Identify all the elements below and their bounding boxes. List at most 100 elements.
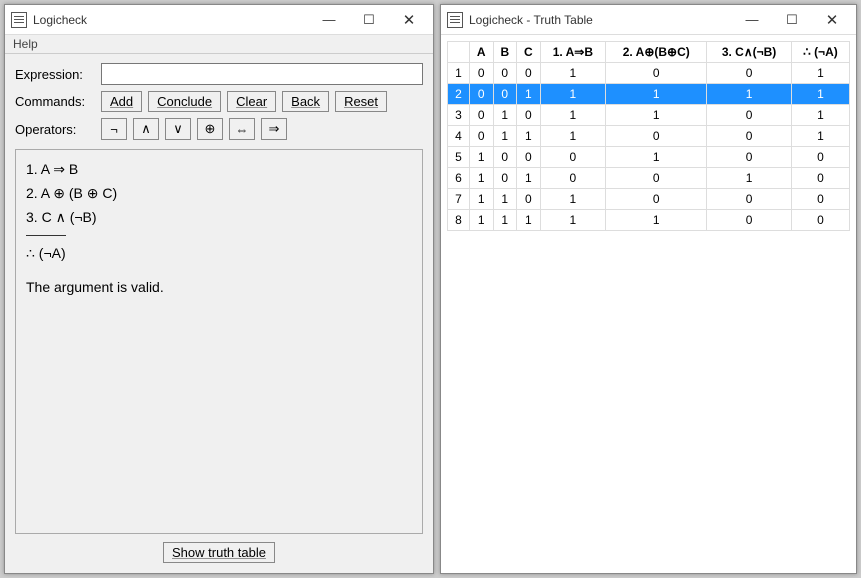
- table-row[interactable]: 40111001: [448, 126, 850, 147]
- op-or-button[interactable]: ∨: [165, 118, 191, 140]
- maximize-button[interactable]: ☐: [349, 6, 389, 34]
- op-implies-button[interactable]: ⇒: [261, 118, 287, 140]
- header-row: A B C 1. A⇒B 2. A⊕(B⊕C) 3. C∧(¬B) ∴ (¬A): [448, 42, 850, 63]
- row-number: 5: [448, 147, 470, 168]
- table-row[interactable]: 81111100: [448, 210, 850, 231]
- main-window: Logicheck — ☐ ✕ Help Expression: Command…: [4, 4, 434, 574]
- cell-col2: 1: [606, 84, 707, 105]
- app-icon: [11, 12, 27, 28]
- close-button[interactable]: ✕: [389, 6, 429, 34]
- truth-window-title: Logicheck - Truth Table: [469, 13, 732, 27]
- cell-B: 0: [493, 147, 517, 168]
- row-number: 1: [448, 63, 470, 84]
- truth-table-wrap: A B C 1. A⇒B 2. A⊕(B⊕C) 3. C∧(¬B) ∴ (¬A)…: [441, 35, 856, 573]
- close-button[interactable]: ✕: [812, 6, 852, 34]
- op-iff-button[interactable]: ⇔: [229, 118, 255, 140]
- cell-conclusion: 0: [791, 189, 849, 210]
- cell-B: 1: [493, 189, 517, 210]
- minimize-button[interactable]: —: [309, 6, 349, 34]
- cell-conclusion: 1: [791, 105, 849, 126]
- titlebar-truth: Logicheck - Truth Table — ☐ ✕: [441, 5, 856, 35]
- cell-conclusion: 0: [791, 147, 849, 168]
- op-xor-button[interactable]: ⊕: [197, 118, 223, 140]
- cell-C: 1: [517, 168, 541, 189]
- table-row[interactable]: 10001001: [448, 63, 850, 84]
- cell-B: 1: [493, 105, 517, 126]
- conclude-button[interactable]: Conclude: [148, 91, 221, 112]
- maximize-button[interactable]: ☐: [772, 6, 812, 34]
- cell-conclusion: 0: [791, 168, 849, 189]
- table-row[interactable]: 20011111: [448, 84, 850, 105]
- cell-A: 0: [470, 126, 494, 147]
- cell-A: 1: [470, 210, 494, 231]
- premise-2: 2. A ⊕ (B ⊕ C): [26, 182, 412, 206]
- cell-col1: 1: [540, 84, 606, 105]
- header-C: C: [517, 42, 541, 63]
- op-not-button[interactable]: ¬: [101, 118, 127, 140]
- premise-1: 1. A ⇒ B: [26, 158, 412, 182]
- row-number: 3: [448, 105, 470, 126]
- app-icon: [447, 12, 463, 28]
- cell-col2: 1: [606, 105, 707, 126]
- cell-C: 0: [517, 63, 541, 84]
- row-number: 6: [448, 168, 470, 189]
- main-content: Expression: Commands: Add Conclude Clear…: [5, 54, 433, 573]
- cell-col1: 0: [540, 147, 606, 168]
- cell-col3: 0: [707, 105, 791, 126]
- titlebar-main: Logicheck — ☐ ✕: [5, 5, 433, 35]
- menu-help[interactable]: Help: [13, 37, 38, 51]
- table-row[interactable]: 71101000: [448, 189, 850, 210]
- add-button[interactable]: Add: [101, 91, 142, 112]
- expression-input[interactable]: [101, 63, 423, 85]
- cell-col1: 1: [540, 126, 606, 147]
- reset-button[interactable]: Reset: [335, 91, 387, 112]
- row-number: 7: [448, 189, 470, 210]
- cell-B: 1: [493, 126, 517, 147]
- row-number: 2: [448, 84, 470, 105]
- cell-col1: 1: [540, 63, 606, 84]
- cell-conclusion: 1: [791, 126, 849, 147]
- cell-col2: 0: [606, 63, 707, 84]
- expression-label: Expression:: [15, 67, 95, 82]
- clear-button[interactable]: Clear: [227, 91, 276, 112]
- header-B: B: [493, 42, 517, 63]
- op-and-button[interactable]: ∧: [133, 118, 159, 140]
- truth-table: A B C 1. A⇒B 2. A⊕(B⊕C) 3. C∧(¬B) ∴ (¬A)…: [447, 41, 850, 231]
- cell-A: 1: [470, 168, 494, 189]
- cell-B: 1: [493, 210, 517, 231]
- table-row[interactable]: 61010010: [448, 168, 850, 189]
- cell-A: 0: [470, 105, 494, 126]
- cell-conclusion: 1: [791, 84, 849, 105]
- cell-col1: 1: [540, 210, 606, 231]
- cell-col3: 0: [707, 147, 791, 168]
- header-col2: 2. A⊕(B⊕C): [606, 42, 707, 63]
- cell-B: 0: [493, 63, 517, 84]
- cell-B: 0: [493, 168, 517, 189]
- minimize-button[interactable]: —: [732, 6, 772, 34]
- row-number: 4: [448, 126, 470, 147]
- table-row[interactable]: 30101101: [448, 105, 850, 126]
- row-number: 8: [448, 210, 470, 231]
- premises-panel: 1. A ⇒ B 2. A ⊕ (B ⊕ C) 3. C ∧ (¬B) ∴ (¬…: [15, 149, 423, 534]
- cell-col1: 1: [540, 189, 606, 210]
- cell-A: 1: [470, 147, 494, 168]
- cell-C: 1: [517, 126, 541, 147]
- cell-col2: 0: [606, 168, 707, 189]
- operators-label: Operators:: [15, 122, 95, 137]
- back-button[interactable]: Back: [282, 91, 329, 112]
- cell-col2: 1: [606, 210, 707, 231]
- show-truth-table-button[interactable]: Show truth table: [163, 542, 275, 563]
- menubar: Help: [5, 35, 433, 54]
- cell-A: 0: [470, 84, 494, 105]
- cell-col2: 1: [606, 147, 707, 168]
- window-title: Logicheck: [33, 13, 309, 27]
- header-conclusion: ∴ (¬A): [791, 42, 849, 63]
- cell-col3: 0: [707, 210, 791, 231]
- header-col3: 3. C∧(¬B): [707, 42, 791, 63]
- cell-C: 0: [517, 147, 541, 168]
- cell-col3: 1: [707, 168, 791, 189]
- table-row[interactable]: 51000100: [448, 147, 850, 168]
- cell-col3: 0: [707, 63, 791, 84]
- cell-col1: 1: [540, 105, 606, 126]
- cell-conclusion: 1: [791, 63, 849, 84]
